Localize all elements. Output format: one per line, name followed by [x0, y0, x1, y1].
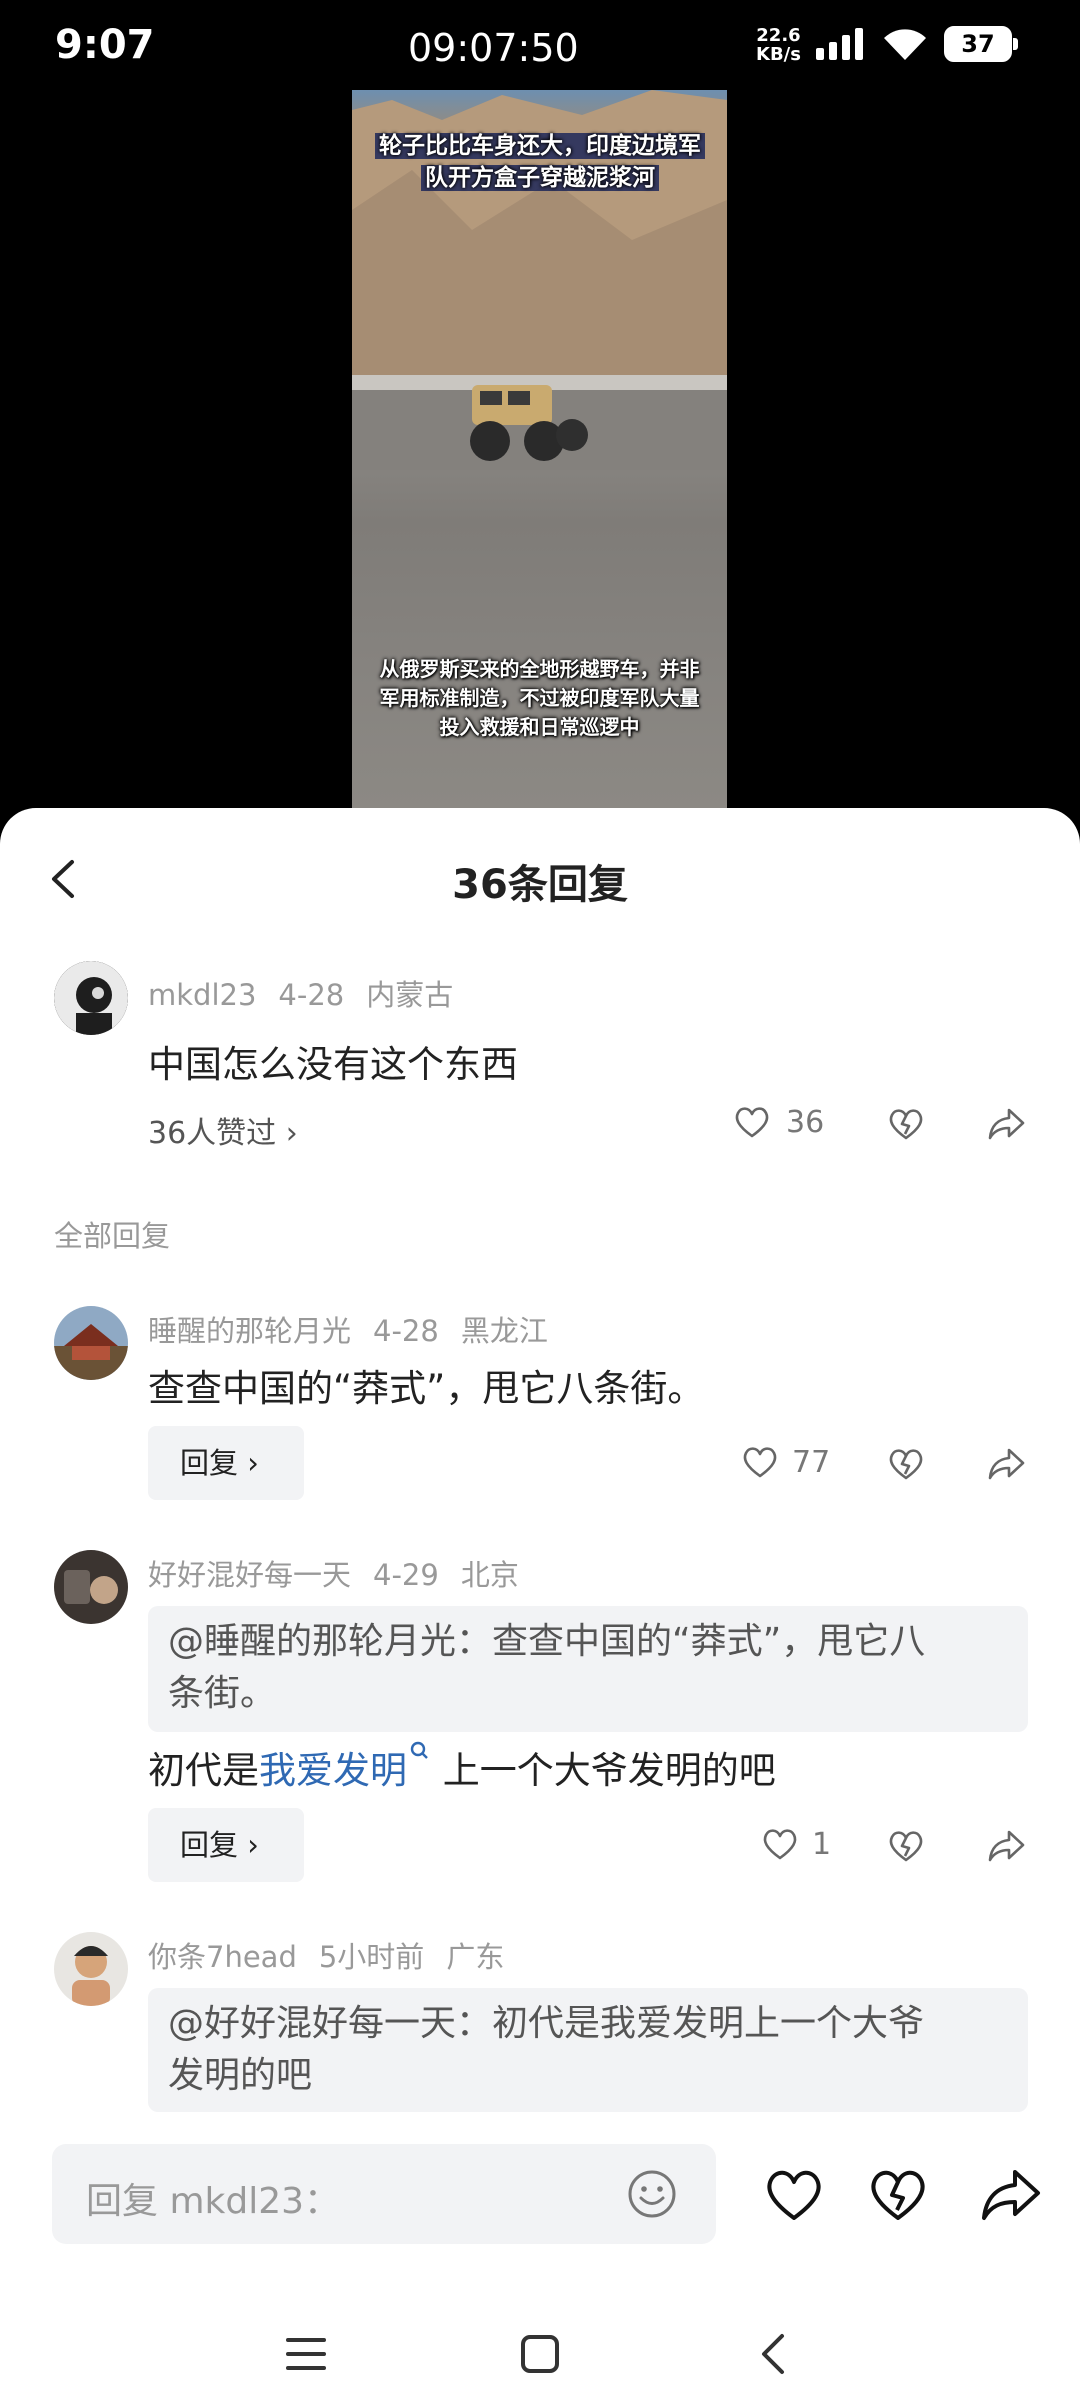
home-icon[interactable]	[520, 2334, 560, 2374]
dislike-icon[interactable]	[866, 2162, 930, 2226]
comment-text: 中国怎么没有这个东西	[148, 1043, 518, 1086]
reply-date: 4-28	[373, 1314, 439, 1348]
battery-icon: 37	[944, 26, 1018, 62]
dislike-icon[interactable]	[886, 1444, 926, 1484]
net-speed-unit: KB/s	[756, 44, 801, 65]
sheet-header: 36条回复	[0, 808, 1080, 948]
share-icon[interactable]	[986, 1444, 1026, 1484]
caption-bottom-line-2: 军用标准制造，不过被印度军队大量	[379, 686, 700, 710]
avatar[interactable]	[54, 1550, 128, 1624]
wifi-icon	[884, 29, 926, 60]
quoted-reply[interactable]: @睡醒的那轮月光：查查中国的“莽式”，甩它八 条街。	[148, 1606, 1028, 1732]
reply-input[interactable]: 回复 mkdl23：	[52, 2144, 716, 2244]
vehicle-image	[470, 385, 588, 461]
reply-button[interactable]: 回复 ›	[148, 1808, 304, 1882]
video-caption-top: 轮子比比车身还大，印度边境军 队开方盒子穿越泥浆河	[360, 130, 720, 194]
caption-top-line-2: 队开方盒子穿越泥浆河	[421, 165, 659, 191]
like-count: 36	[786, 1104, 825, 1140]
emoji-icon[interactable]	[626, 2168, 678, 2220]
quote-line-1: @睡醒的那轮月光：查查中国的“莽式”，甩它八	[168, 1621, 926, 1662]
reply-username[interactable]: 睡醒的那轮月光	[148, 1314, 351, 1348]
share-icon[interactable]	[986, 1826, 1026, 1866]
like-count: 77	[792, 1444, 831, 1480]
avatar-image	[54, 1306, 128, 1380]
avatar-image	[54, 1932, 128, 2006]
reply-location: 黑龙江	[460, 1314, 548, 1348]
caption-top-line-1: 轮子比比车身还大，印度边境军	[375, 133, 705, 159]
cell-signal-icon	[816, 28, 863, 60]
all-replies-label: 全部回复	[54, 1219, 171, 1253]
like-button[interactable]: 1	[760, 1824, 831, 1864]
quoted-reply[interactable]: @好好混好每一天：初代是我爱发明上一个大爷 发明的吧	[148, 1988, 1028, 2112]
caption-bottom-line-3: 投入救援和日常巡逻中	[439, 715, 640, 739]
comment-location: 内蒙古	[366, 978, 454, 1012]
avatar-image	[54, 961, 128, 1035]
reply-text-prefix: 初代是	[148, 1749, 259, 1792]
quote-line-1: @好好混好每一天：初代是我爱发明上一个大爷	[168, 2003, 925, 2044]
search-link-label: 我爱发明	[259, 1749, 407, 1792]
reply-location: 北京	[460, 1558, 519, 1592]
sheet-title: 36条回复	[452, 862, 628, 908]
caption-bottom-line-1: 从俄罗斯买来的全地形越野车，并非	[379, 657, 700, 681]
quote-line-2: 发明的吧	[168, 2055, 313, 2096]
video-caption-bottom: 从俄罗斯买来的全地形越野车，并非 军用标准制造，不过被印度军队大量 投入救援和日…	[362, 655, 717, 742]
reply-text-suffix: 上一个大爷发明的吧	[431, 1749, 776, 1792]
reply-meta: 好好混好每一天 4-29 北京	[148, 1552, 541, 1594]
heart-icon	[735, 1107, 769, 1138]
back-nav-icon[interactable]	[758, 2332, 788, 2376]
heart-icon	[743, 1447, 777, 1478]
search-icon	[410, 1741, 428, 1759]
quote-line-2: 条街。	[168, 1673, 277, 1714]
comment-username[interactable]: mkdl23	[148, 978, 256, 1012]
comment-meta: mkdl23 4-28 内蒙古	[148, 972, 475, 1014]
reply-text: 查查中国的“莽式”，甩它八条街。	[148, 1367, 705, 1410]
reply-date: 4-29	[373, 1558, 439, 1592]
menu-icon[interactable]	[286, 2336, 326, 2372]
reply-button[interactable]: 回复 ›	[148, 1426, 304, 1500]
avatar-image	[54, 1550, 128, 1624]
dislike-icon[interactable]	[886, 1826, 926, 1866]
like-count: 1	[812, 1826, 832, 1862]
reply-meta: 睡醒的那轮月光 4-28 黑龙江	[148, 1308, 570, 1350]
reply-location: 广东	[446, 1940, 505, 1974]
status-time: 9:07	[55, 22, 155, 68]
share-icon[interactable]	[986, 1104, 1026, 1144]
avatar[interactable]	[54, 961, 128, 1035]
reply-username[interactable]: 好好混好每一天	[148, 1558, 351, 1592]
like-button[interactable]: 36	[732, 1102, 824, 1142]
reply-meta: 你条7head 5小时前 广东	[148, 1934, 526, 1976]
reply-text: 初代是我爱发明 上一个大爷发明的吧	[148, 1740, 776, 1794]
dislike-icon[interactable]	[886, 1104, 926, 1144]
status-bar: 9:07 09:07:50 22.6 KB/s 37	[0, 0, 1080, 95]
like-button[interactable]: 77	[740, 1442, 830, 1482]
video-player[interactable]: 轮子比比车身还大，印度边境军 队开方盒子穿越泥浆河 从俄罗斯买来的全地形越野车，…	[352, 90, 727, 810]
heart-icon	[763, 1829, 797, 1860]
likers-link[interactable]: 36人赞过 ›	[148, 1108, 298, 1152]
reply-username[interactable]: 你条7head	[148, 1940, 297, 1974]
avatar[interactable]	[54, 1306, 128, 1380]
share-icon[interactable]	[978, 2162, 1042, 2226]
heart-icon[interactable]	[762, 2162, 826, 2226]
net-speed-value: 22.6	[756, 25, 801, 46]
net-speed: 22.6 KB/s	[756, 26, 801, 64]
status-clock: 09:07:50	[408, 26, 579, 70]
system-nav-bar	[0, 2300, 1080, 2400]
comment-date: 4-28	[278, 978, 345, 1012]
reply-input-placeholder: 回复 mkdl23：	[86, 2181, 341, 2222]
reply-date: 5小时前	[318, 1940, 425, 1974]
avatar[interactable]	[54, 1932, 128, 2006]
search-link[interactable]: 我爱发明	[259, 1741, 431, 1792]
